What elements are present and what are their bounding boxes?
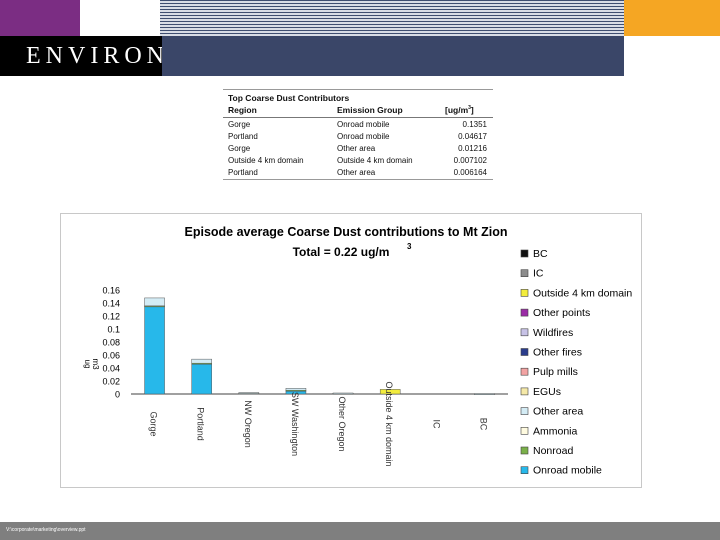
y-axis-label: ug — [83, 360, 92, 369]
table-header-units: [ug/m3] — [445, 105, 474, 115]
bar-segment — [144, 297, 165, 307]
bar-segment — [238, 392, 260, 394]
table-cell: Outside 4 km domain — [228, 156, 304, 165]
x-category-label: IC — [431, 420, 441, 430]
legend-swatch — [520, 466, 529, 474]
footer-bar: V:\corporate\marketing\overview.ppt — [0, 522, 720, 540]
table-cell: 0.006164 — [453, 168, 487, 177]
table-cell: 0.1351 — [462, 120, 487, 129]
table-cell: 0.04617 — [458, 132, 487, 141]
y-tick-label: 0.12 — [102, 312, 120, 322]
chart-subtitle-superscript: 3 — [407, 242, 412, 251]
bar-segment — [285, 388, 307, 391]
legend-label: Onroad mobile — [533, 465, 602, 477]
table-cell: Onroad mobile — [337, 120, 390, 129]
table-cell: Outside 4 km domain — [337, 156, 413, 165]
legend-label: EGUs — [533, 386, 561, 398]
legend-swatch — [520, 407, 529, 415]
footer-file-path: V:\corporate\marketing\overview.ppt — [6, 527, 86, 533]
legend-swatch — [520, 289, 529, 297]
bar-segment — [191, 358, 212, 364]
header-orange-block — [624, 0, 720, 36]
chart-title: Episode average Coarse Dust contribution… — [185, 225, 508, 239]
legend-swatch — [520, 446, 529, 455]
bar-segment — [144, 305, 165, 395]
contributors-table: Top Coarse Dust Contributors Region Emis… — [223, 89, 493, 180]
header-striped-band — [160, 0, 624, 36]
table-cell: Onroad mobile — [337, 132, 390, 141]
table-cell: 0.01216 — [458, 144, 487, 153]
y-tick-label: 0.08 — [102, 338, 120, 348]
table-cell: Other area — [337, 144, 376, 153]
chart-subtitle: Total = 0.22 ug/m — [293, 245, 390, 259]
x-category-label: Portland — [196, 407, 206, 441]
coarse-dust-chart: Episode average Coarse Dust contribution… — [60, 213, 642, 488]
x-category-label: Other Oregon — [337, 396, 347, 451]
table-cell: Other area — [337, 168, 376, 177]
table-header-rule — [223, 117, 493, 118]
bar-segment — [191, 363, 212, 395]
legend-label: IC — [533, 268, 544, 280]
legend-label: Other area — [533, 406, 583, 418]
chart-canvas: Episode average Coarse Dust contribution… — [83, 225, 632, 477]
y-tick-label: 0.14 — [102, 299, 120, 309]
y-axis-label-units: m3 — [91, 358, 100, 370]
y-tick-label: 0 — [115, 390, 120, 400]
legend-label: BC — [533, 248, 548, 260]
legend-label: Wildfires — [533, 327, 573, 339]
legend-label: Ammonia — [533, 425, 578, 437]
bar-segment — [474, 393, 495, 395]
legend-label: Nonroad — [533, 445, 573, 457]
header-white-block — [80, 0, 160, 36]
environ-logo: ENVIRON — [0, 36, 164, 76]
header-purple-block — [0, 0, 80, 36]
x-category-label: Outside 4 km domain — [384, 381, 394, 466]
table-cell: Gorge — [228, 144, 251, 153]
table-title: Top Coarse Dust Contributors — [228, 93, 350, 103]
legend-label: Other fires — [533, 347, 582, 359]
table-cell: 0.007102 — [453, 156, 487, 165]
header-navy-band — [162, 36, 624, 76]
x-category-label: NW Oregon — [243, 400, 253, 448]
legend-swatch — [520, 308, 529, 317]
y-tick-label: 0.06 — [102, 351, 120, 361]
legend-label: Other points — [533, 307, 590, 319]
table-cell: Gorge — [228, 120, 251, 129]
table-header-emission-group: Emission Group — [337, 105, 403, 115]
table-cell: Portland — [228, 132, 258, 141]
y-tick-label: 0.02 — [102, 377, 120, 387]
bar-segment — [332, 392, 354, 395]
x-category-label: BC — [478, 418, 488, 431]
legend-swatch — [520, 348, 529, 356]
legend-swatch — [520, 387, 529, 396]
table-header-region: Region — [228, 105, 257, 115]
legend-swatch — [520, 367, 529, 376]
table-cell: Portland — [228, 168, 258, 177]
legend-label: Outside 4 km domain — [533, 287, 632, 299]
legend-label: Pulp mills — [533, 366, 578, 378]
y-tick-label: 0.16 — [102, 286, 120, 296]
x-category-label: Gorge — [149, 411, 159, 436]
legend-swatch — [520, 427, 529, 435]
legend-swatch — [520, 328, 529, 337]
x-category-label: SW Washington — [290, 392, 300, 456]
y-tick-label: 0.04 — [102, 364, 120, 374]
legend-swatch — [520, 249, 529, 258]
y-tick-label: 0.1 — [107, 325, 120, 335]
legend-swatch — [520, 269, 529, 278]
